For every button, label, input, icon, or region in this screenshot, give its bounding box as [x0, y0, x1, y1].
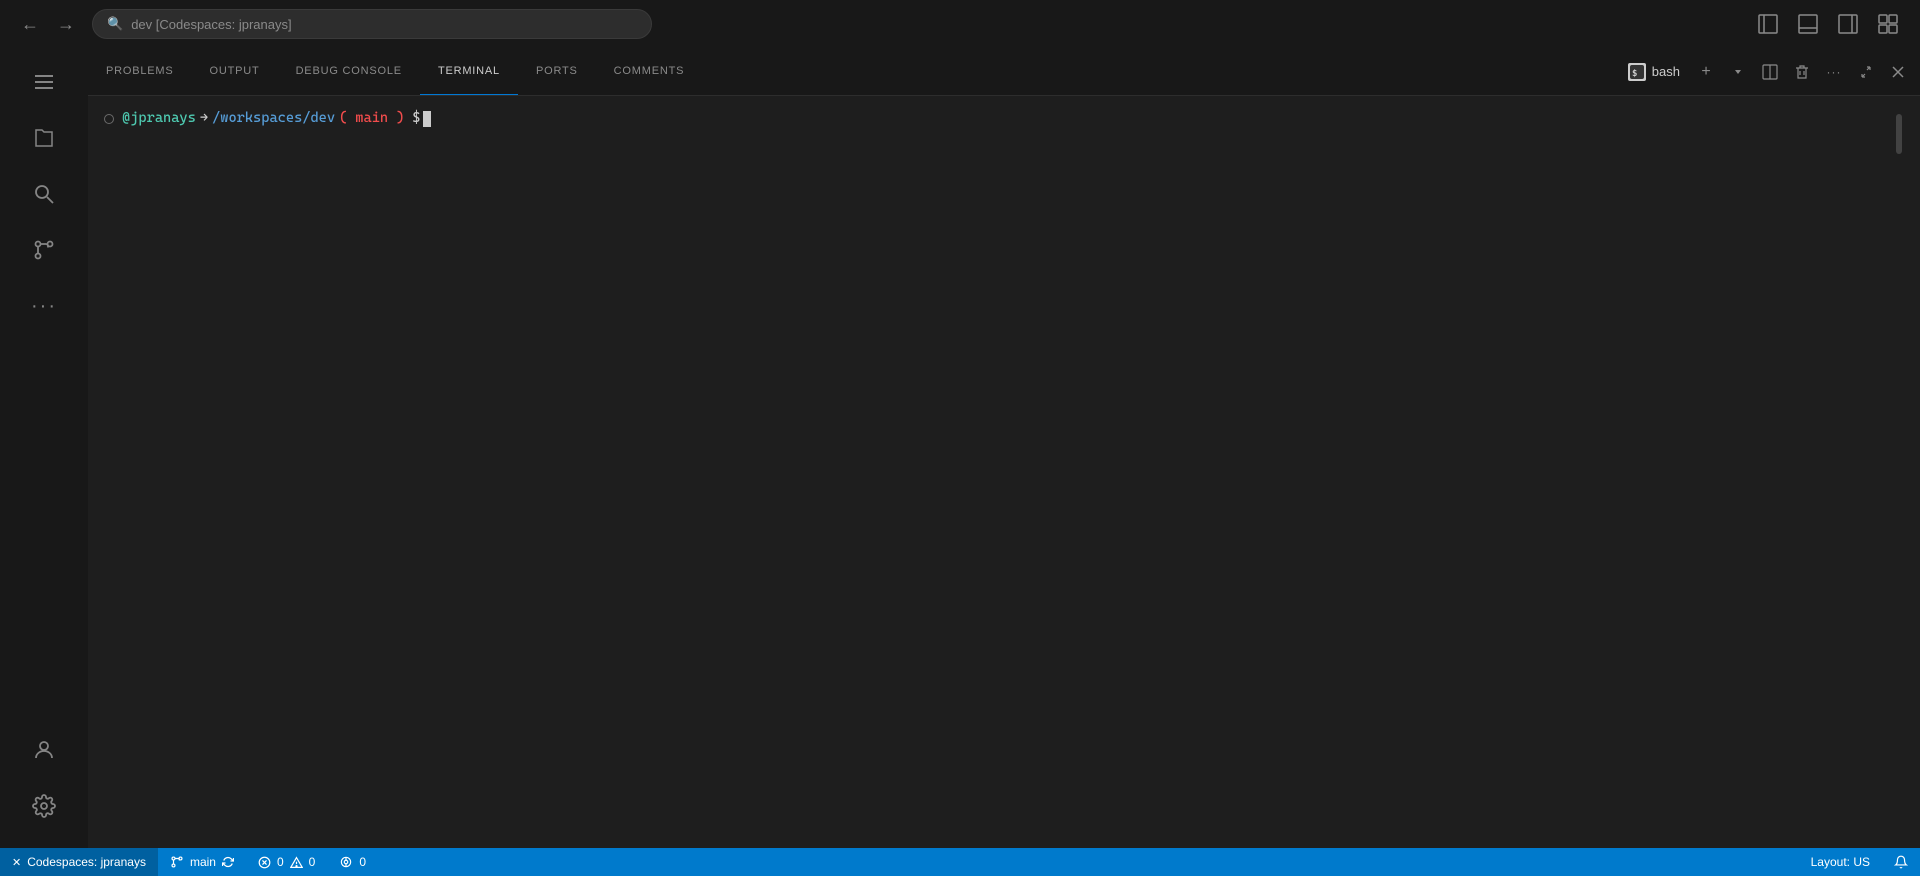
warning-icon [290, 856, 303, 869]
prompt-arrow: → [200, 108, 208, 129]
search-text: dev [Codespaces: jpranays] [131, 17, 291, 32]
status-bar: ✕ Codespaces: jpranays main 0 [0, 848, 1920, 876]
ports-count: 0 [359, 855, 366, 869]
branch-name: main [190, 855, 216, 869]
activity-bar: ··· [0, 48, 88, 848]
status-codespace[interactable]: ✕ Codespaces: jpranays [0, 848, 158, 876]
new-terminal-button[interactable]: + [1692, 58, 1720, 86]
cursor [423, 111, 431, 127]
sync-icon [222, 856, 234, 868]
tab-output[interactable]: OUTPUT [192, 48, 278, 95]
back-button[interactable]: ← [16, 10, 44, 38]
toggle-panel-button[interactable] [1792, 10, 1824, 38]
status-notifications[interactable] [1882, 848, 1920, 876]
activity-bottom [18, 724, 70, 832]
search-button[interactable] [18, 168, 70, 220]
toggle-secondary-sidebar-button[interactable] [1832, 10, 1864, 38]
command-palette[interactable]: 🔍 dev [Codespaces: jpranays] [92, 9, 652, 39]
panel-tabs: PROBLEMS OUTPUT DEBUG CONSOLE TERMINAL P… [88, 48, 1920, 96]
bash-icon: $ [1628, 63, 1646, 81]
more-activity-button[interactable]: ··· [18, 280, 70, 332]
tab-debug-console[interactable]: DEBUG CONSOLE [278, 48, 420, 95]
error-count: 0 [277, 855, 284, 869]
main-area: ··· PROBLEMS OUTPUT DEBUG CONSO [0, 48, 1920, 848]
warning-count: 0 [309, 855, 316, 869]
prompt-branch-close: ) [396, 108, 404, 129]
bash-terminal-label[interactable]: $ bash [1620, 58, 1688, 86]
status-left: ✕ Codespaces: jpranays main 0 [0, 848, 378, 876]
terminal-content: @jpranays → /workspaces/dev ( main) $ [104, 108, 1892, 836]
layout-label: Layout: US [1811, 855, 1870, 869]
explorer-button[interactable] [18, 112, 70, 164]
maximize-panel-button[interactable] [1852, 58, 1880, 86]
menu-button[interactable] [18, 56, 70, 108]
terminal-status-circle [104, 114, 114, 124]
source-control-button[interactable] [18, 224, 70, 276]
titlebar-right [1752, 10, 1904, 38]
error-icon [258, 856, 271, 869]
tab-ports[interactable]: PORTS [518, 48, 596, 95]
tab-comments[interactable]: COMMENTS [596, 48, 703, 95]
customize-layout-button[interactable] [1872, 10, 1904, 38]
branch-icon [170, 855, 184, 869]
prompt-username: @jpranays [122, 108, 196, 129]
codespace-x-icon: ✕ [12, 856, 21, 869]
titlebar-nav: ← → [16, 10, 80, 38]
close-panel-button[interactable] [1884, 58, 1912, 86]
plus-icon: + [1701, 63, 1710, 81]
prompt-branch-name: main [355, 108, 388, 129]
status-branch[interactable]: main [158, 848, 246, 876]
terminal-prompt: @jpranays → /workspaces/dev ( main) $ [104, 108, 1892, 129]
launch-profile-button[interactable] [1724, 58, 1752, 86]
terminal-area[interactable]: @jpranays → /workspaces/dev ( main) $ [88, 96, 1920, 848]
status-layout[interactable]: Layout: US [1799, 848, 1882, 876]
prompt-dollar: $ [412, 108, 420, 129]
ports-icon [339, 855, 353, 869]
content-area: PROBLEMS OUTPUT DEBUG CONSOLE TERMINAL P… [88, 48, 1920, 848]
status-right: Layout: US [1799, 848, 1920, 876]
codespace-label: Codespaces: jpranays [27, 855, 146, 869]
tab-problems[interactable]: PROBLEMS [88, 48, 192, 95]
toggle-primary-sidebar-button[interactable] [1752, 10, 1784, 38]
status-ports[interactable]: 0 [327, 848, 378, 876]
forward-button[interactable]: → [52, 10, 80, 38]
more-dots-icon: ··· [31, 295, 57, 318]
more-actions-button[interactable]: ··· [1820, 58, 1848, 86]
terminal-scrollbar[interactable] [1892, 108, 1904, 836]
kill-terminal-button[interactable] [1788, 58, 1816, 86]
settings-button[interactable] [18, 780, 70, 832]
titlebar: ← → 🔍 dev [Codespaces: jpranays] [0, 0, 1920, 48]
prompt-branch: ( [339, 108, 347, 129]
ellipsis-icon: ··· [1827, 65, 1842, 79]
account-button[interactable] [18, 724, 70, 776]
prompt-path: /workspaces/dev [212, 108, 335, 129]
search-icon: 🔍 [107, 16, 123, 32]
scrollbar-thumb [1896, 114, 1902, 154]
split-terminal-button[interactable] [1756, 58, 1784, 86]
svg-text:$: $ [1632, 69, 1637, 79]
activity-top: ··· [18, 56, 70, 724]
status-errors[interactable]: 0 0 [246, 848, 327, 876]
bash-name: bash [1652, 64, 1680, 79]
bell-icon [1894, 855, 1908, 869]
titlebar-left: ← → 🔍 dev [Codespaces: jpranays] [16, 9, 652, 39]
tab-terminal[interactable]: TERMINAL [420, 48, 518, 95]
panel-tabs-right: $ bash + [1612, 48, 1920, 95]
